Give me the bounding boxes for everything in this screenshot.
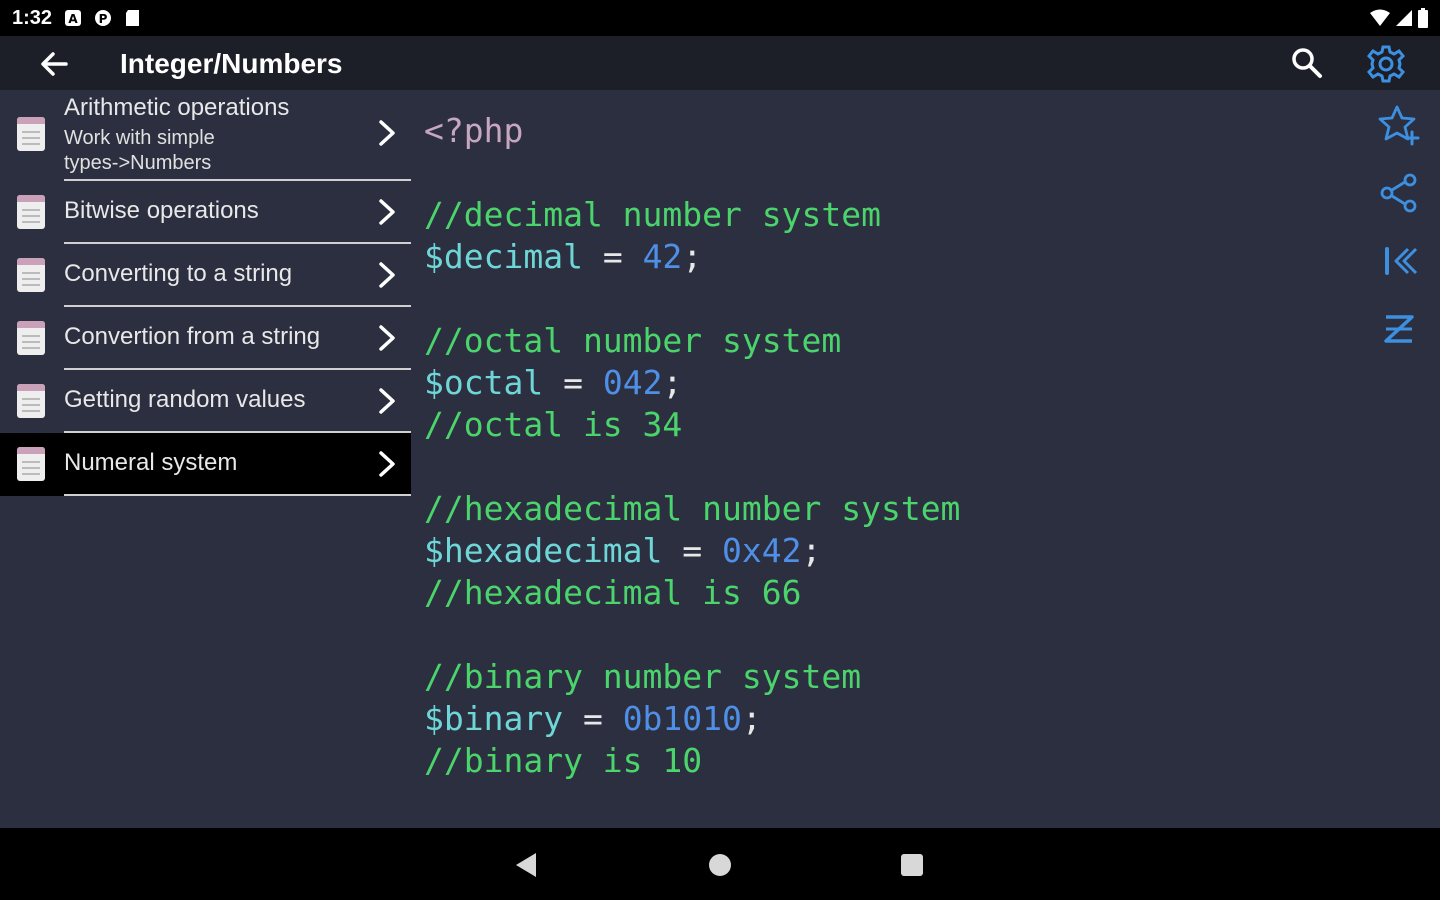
svg-text:A: A [68, 12, 78, 26]
document-icon [17, 195, 45, 229]
code-variable: $octal [424, 363, 544, 402]
code-semicolon: ; [741, 699, 762, 738]
status-bar: 1:32 A P [0, 0, 1440, 36]
list-item-bitwise[interactable]: Bitwise operations [0, 181, 411, 244]
code-number: 42 [642, 237, 683, 276]
arrow-left-icon[interactable] [36, 46, 72, 82]
php-open-tag: <?php [424, 111, 524, 150]
chevron-right-icon [379, 325, 395, 351]
code-comment: //binary is 10 [424, 741, 703, 780]
code-line: //hexadecimal number system [424, 488, 1364, 530]
gear-icon[interactable] [1366, 44, 1406, 84]
nav-home-icon[interactable] [703, 848, 737, 882]
code-variable: $decimal [424, 237, 583, 276]
code-variable: $binary [424, 699, 564, 738]
code-semicolon: ; [662, 363, 683, 402]
code-line: //binary number system [424, 656, 1364, 698]
status-time: 1:32 [12, 6, 53, 29]
signal-icon [1396, 10, 1412, 26]
list-item-random[interactable]: Getting random values [0, 370, 411, 433]
topic-list: Arithmetic operations Work with simple t… [0, 90, 411, 828]
list-item-label: Bitwise operations [64, 197, 259, 224]
share-icon[interactable] [1378, 172, 1420, 214]
list-item-arithmetic[interactable]: Arithmetic operations Work with simple t… [0, 90, 411, 181]
document-icon [17, 117, 45, 151]
code-operator: = [563, 699, 623, 738]
code-view: <?php //decimal number system $decimal = 4… [424, 110, 1364, 782]
list-item-label: Getting random values [64, 386, 306, 413]
chevron-right-icon [379, 262, 395, 288]
code-number: 042 [602, 363, 663, 402]
notification-p-icon: P [95, 10, 112, 26]
document-icon [17, 321, 45, 355]
code-line: $octal = 042; [424, 362, 1364, 404]
code-line: $hexadecimal = 0x42; [424, 530, 1364, 572]
code-operator: = [582, 237, 643, 276]
list-item-to-string[interactable]: Converting to a string [0, 244, 411, 307]
code-semicolon: ; [682, 237, 703, 276]
list-item-from-string[interactable]: Convertion from a string [0, 307, 411, 370]
list-item-subtitle: Work with simple [64, 127, 215, 149]
notification-a-icon: A [65, 10, 82, 26]
code-comment: //octal number system [424, 321, 842, 360]
document-icon [17, 384, 45, 418]
list-item-label: Numeral system [64, 449, 238, 476]
status-right [1370, 8, 1428, 28]
list-item-label: Convertion from a string [64, 323, 321, 350]
document-icon [17, 258, 45, 292]
code-line: <?php [424, 110, 1364, 152]
wifi-icon [1370, 9, 1390, 26]
code-line: //octal is 34 [424, 404, 1364, 446]
nav-back-icon[interactable] [510, 848, 544, 882]
code-number: 0x42 [722, 531, 802, 570]
nav-recents-icon[interactable] [895, 848, 929, 882]
battery-icon [1418, 8, 1428, 28]
system-nav-bar [0, 828, 1440, 900]
app-bar: Integer/Numbers [0, 36, 1440, 90]
code-number: 0b1010 [622, 699, 742, 738]
sort-az-icon[interactable] [1378, 308, 1420, 350]
list-item-numeral-system[interactable]: Numeral system [0, 433, 411, 496]
chevron-right-icon [379, 120, 395, 146]
skip-first-icon[interactable] [1378, 240, 1420, 282]
code-comment: //binary number system [424, 657, 862, 696]
code-line: //decimal number system [424, 194, 1364, 236]
list-item-label: Arithmetic operations [64, 94, 290, 121]
chevron-right-icon [379, 388, 395, 414]
code-line: $decimal = 42; [424, 236, 1364, 278]
chevron-right-icon [379, 199, 395, 225]
code-operator: = [543, 363, 603, 402]
document-icon [17, 447, 45, 481]
code-comment: //hexadecimal number system [424, 489, 961, 528]
sd-card-icon [126, 10, 140, 26]
page-title: Integer/Numbers [120, 48, 343, 79]
list-item-label: Converting to a string [64, 260, 293, 287]
svg-text:P: P [99, 12, 108, 26]
code-comment: //decimal number system [424, 195, 881, 234]
code-operator: = [662, 531, 723, 570]
divider [64, 494, 411, 496]
code-line: //binary is 10 [424, 740, 1364, 782]
list-item-subtitle: types->Numbers [64, 152, 212, 174]
code-comment: //hexadecimal is 66 [424, 573, 802, 612]
search-icon[interactable] [1290, 46, 1324, 80]
code-line: //octal number system [424, 320, 1364, 362]
code-semicolon: ; [801, 531, 822, 570]
code-comment: //octal is 34 [424, 405, 683, 444]
code-variable: $hexadecimal [424, 531, 663, 570]
code-line: //hexadecimal is 66 [424, 572, 1364, 614]
star-add-icon[interactable] [1378, 104, 1420, 146]
chevron-right-icon [379, 451, 395, 477]
code-line: $binary = 0b1010; [424, 698, 1364, 740]
